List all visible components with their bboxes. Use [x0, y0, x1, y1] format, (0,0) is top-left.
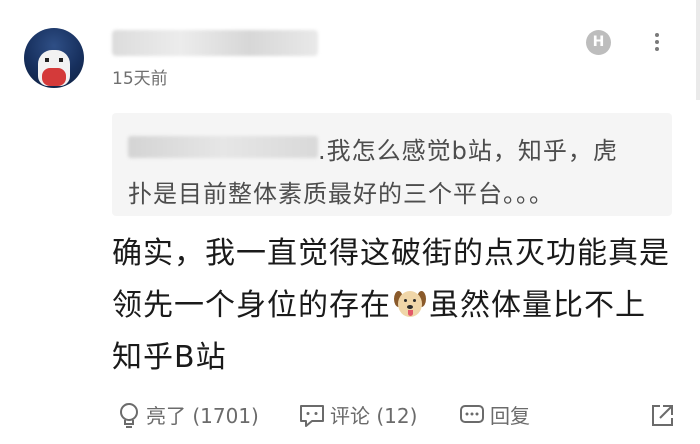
quote-text-line1: .我怎么感觉b站，知乎，虎 — [318, 137, 618, 165]
more-options-icon[interactable] — [650, 30, 664, 56]
comment-label: 评论 (12) — [330, 404, 418, 428]
timestamp: 15天前 — [112, 69, 168, 89]
avatar[interactable] — [24, 28, 84, 88]
comment-body-line2: 领先一个身位的存在 虽然体量比不上 — [112, 280, 682, 332]
h-badge-icon[interactable]: H — [586, 30, 611, 55]
comment-body: 确实，我一直觉得这破街的点灭功能真是 领先一个身位的存在 虽然体量比不上 知乎B站 — [112, 228, 682, 384]
share-icon[interactable] — [648, 402, 676, 430]
lightbulb-icon — [120, 402, 138, 428]
quoted-username-redacted — [128, 136, 318, 158]
reply-label: 回复 — [490, 404, 530, 428]
comment-body-line2-before: 领先一个身位的存在 — [112, 288, 391, 323]
comment-body-line1: 确实，我一直觉得这破街的点灭功能真是 — [112, 236, 670, 271]
comment-body-line3: 知乎B站 — [112, 340, 227, 375]
comment-icon — [300, 404, 324, 427]
like-button[interactable]: 亮了 (1701) — [116, 400, 259, 429]
scrollbar[interactable] — [696, 0, 700, 100]
comment-body-line2-after: 虽然体量比不上 — [429, 288, 646, 323]
quote-text-line2: 扑是目前整体素质最好的三个平台。。。 — [128, 180, 554, 208]
reply-button[interactable]: 回复 — [458, 400, 530, 429]
dog-face-icon — [393, 289, 427, 319]
username-redacted[interactable] — [112, 30, 318, 56]
reply-icon — [460, 404, 484, 423]
like-label: 亮了 (1701) — [146, 404, 259, 428]
comment-button[interactable]: 评论 (12) — [298, 400, 417, 429]
